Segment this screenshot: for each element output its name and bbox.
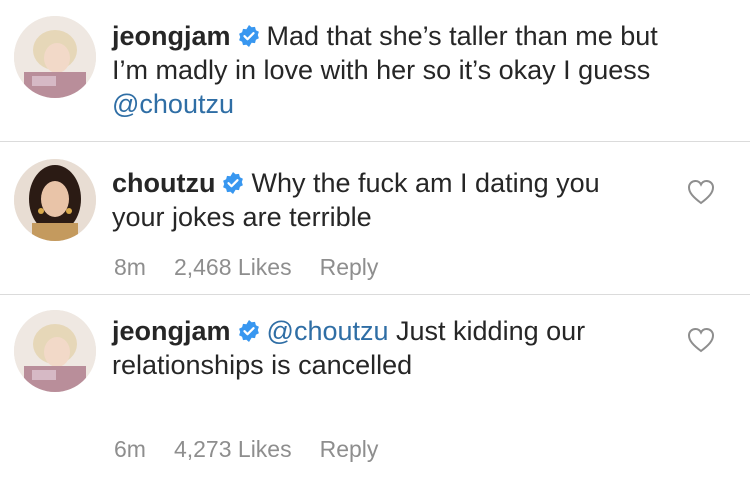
comment-time: 8m xyxy=(114,254,146,280)
comment-time: 6m xyxy=(114,436,146,462)
avatar[interactable] xyxy=(14,310,96,392)
reply-button[interactable]: Reply xyxy=(320,254,379,280)
username[interactable]: jeongjam xyxy=(112,316,231,346)
avatar[interactable] xyxy=(14,16,96,98)
likes-count[interactable]: 2,468 Likes xyxy=(174,254,292,280)
comment-text: jeongjam @choutzu Just kidding our relati… xyxy=(112,314,652,382)
mention-link[interactable]: @choutzu xyxy=(267,316,389,346)
divider xyxy=(0,141,750,142)
heart-outline-icon[interactable] xyxy=(687,327,715,353)
mention-link[interactable]: @choutzu xyxy=(112,89,234,119)
avatar[interactable] xyxy=(14,159,96,241)
heart-outline-icon[interactable] xyxy=(687,179,715,205)
username[interactable]: jeongjam xyxy=(112,21,231,51)
comment-text: choutzu Why the fuck am I dating you your… xyxy=(112,166,652,234)
comment-meta: 8m 2,468 Likes Reply xyxy=(114,254,406,281)
reply-button[interactable]: Reply xyxy=(320,436,379,462)
verified-badge-icon xyxy=(221,171,245,195)
verified-badge-icon xyxy=(237,319,261,343)
comment-text: jeongjam Mad that she’s taller than me bu… xyxy=(112,19,672,121)
divider xyxy=(0,294,750,295)
comment-meta: 6m 4,273 Likes Reply xyxy=(114,436,406,463)
username[interactable]: choutzu xyxy=(112,168,215,198)
likes-count[interactable]: 4,273 Likes xyxy=(174,436,292,462)
verified-badge-icon xyxy=(237,24,261,48)
